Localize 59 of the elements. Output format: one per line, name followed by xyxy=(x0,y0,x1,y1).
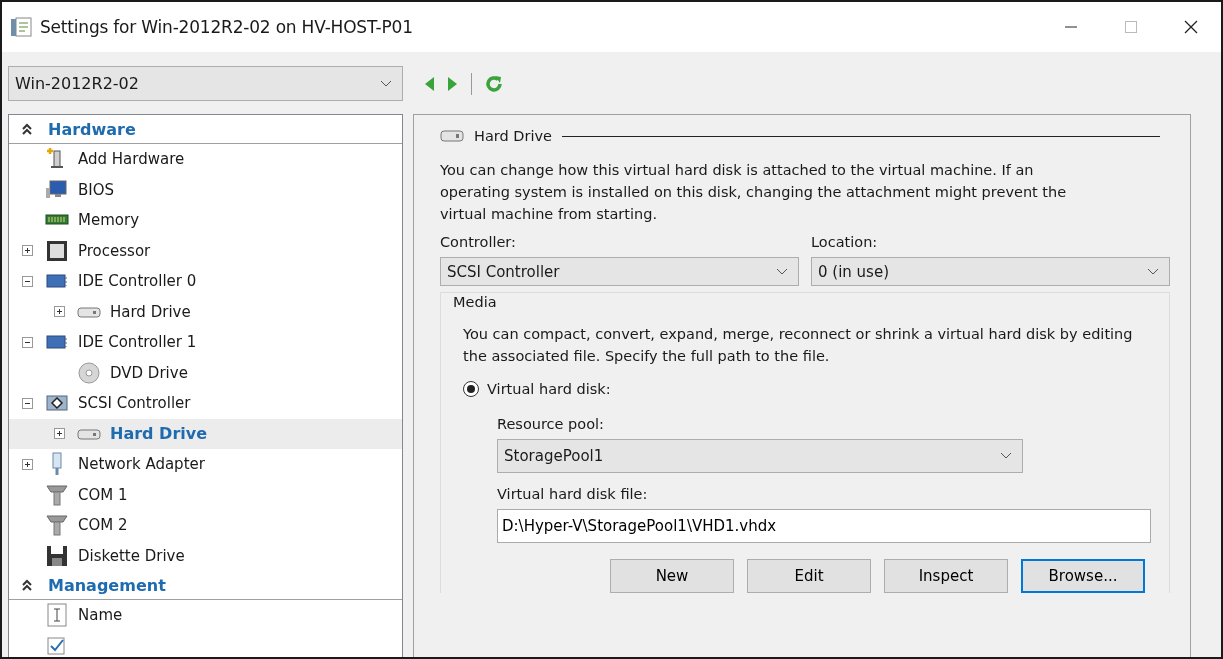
serial-port-icon xyxy=(45,482,69,507)
description-text: You can change how this virtual hard disk is attached to the virtual machine. If an operating system is installed on this disk, changing the attachment might prevent the virtual machine from starting. xyxy=(440,161,1068,224)
minimize-icon xyxy=(1064,26,1078,28)
tree-item[interactable]: Name xyxy=(78,606,123,625)
media-description: You can compact, convert, expand, merge, reconnect or shrink a virtual hard disk by editing the associated file. Specify the full path to the file. xyxy=(463,325,1134,366)
serial-port-icon xyxy=(45,513,69,538)
tree-item[interactable]: IDE Controller 0 xyxy=(78,272,197,291)
hard-drive-icon xyxy=(440,129,464,143)
action-button[interactable]: New xyxy=(610,559,734,593)
expander-toggle[interactable] xyxy=(21,245,33,257)
forward-button[interactable] xyxy=(447,75,459,92)
controller-dropdown[interactable]: SCSI Controller xyxy=(440,257,799,286)
tree-item[interactable]: DVD Drive xyxy=(110,363,188,382)
tree-item[interactable]: Network Adapter xyxy=(78,455,205,474)
tree-item[interactable]: IDE Controller 1 xyxy=(78,333,197,352)
section-heading: Hard Drive xyxy=(474,127,552,146)
expander-toggle[interactable] xyxy=(53,306,65,318)
radio-button[interactable] xyxy=(463,381,479,397)
vm-dropdown[interactable]: Win-2012R2-02 xyxy=(8,66,403,101)
field-label: Controller: xyxy=(440,233,517,252)
tree-item[interactable]: Hard Drive xyxy=(110,424,208,444)
field-label: Location: xyxy=(811,233,879,252)
disc-icon xyxy=(77,360,101,385)
window-title: Settings for Win-2012R2-02 on HV-HOST-P01 xyxy=(40,17,413,37)
chevron-down-icon xyxy=(1000,452,1012,460)
processor-chip-icon xyxy=(45,238,69,263)
settings-window-icon xyxy=(10,16,32,38)
tree-item[interactable]: Processor xyxy=(78,241,151,260)
radio-label[interactable]: Virtual hard disk: xyxy=(487,378,611,400)
expander-toggle[interactable] xyxy=(21,397,33,409)
tree-item[interactable]: Hard Drive xyxy=(110,302,191,321)
field-label: Resource pool: xyxy=(497,415,605,434)
resource-pool-dropdown[interactable]: StoragePool1 xyxy=(497,439,1023,473)
action-button[interactable]: Browse... xyxy=(1021,559,1145,593)
action-button[interactable]: Inspect xyxy=(884,559,1008,593)
expander-toggle[interactable] xyxy=(21,336,33,348)
tree-item[interactable]: Diskette Drive xyxy=(78,546,185,565)
expander-toggle[interactable] xyxy=(21,275,33,287)
tree-item[interactable]: SCSI Controller xyxy=(78,394,191,413)
tree-item[interactable]: COM 2 xyxy=(78,516,128,535)
action-button[interactable]: Edit xyxy=(747,559,871,593)
chevron-down-icon xyxy=(1147,267,1159,276)
tree-item[interactable]: Memory xyxy=(78,211,139,230)
back-button[interactable] xyxy=(423,75,435,92)
location-dropdown[interactable]: 0 (in use) xyxy=(811,257,1170,286)
group-title: Media xyxy=(453,293,498,312)
tree-item[interactable]: BIOS xyxy=(78,180,115,199)
maximize-icon xyxy=(1123,19,1139,35)
text-cursor-icon xyxy=(45,603,69,628)
tree-item[interactable]: COM 1 xyxy=(78,485,128,504)
tree-item[interactable]: Add Hardware xyxy=(78,150,185,169)
expander-toggle[interactable] xyxy=(21,458,33,470)
close-icon xyxy=(1183,19,1199,35)
expander-toggle[interactable] xyxy=(53,428,65,440)
chevron-down-icon xyxy=(776,267,788,276)
chevron-down-icon xyxy=(380,79,392,88)
field-label: Virtual hard disk file: xyxy=(497,485,649,504)
refresh-button[interactable] xyxy=(484,73,504,94)
file-path-field[interactable]: D:\Hyper-V\StoragePool1\VHD1.vhdx xyxy=(497,509,1151,543)
